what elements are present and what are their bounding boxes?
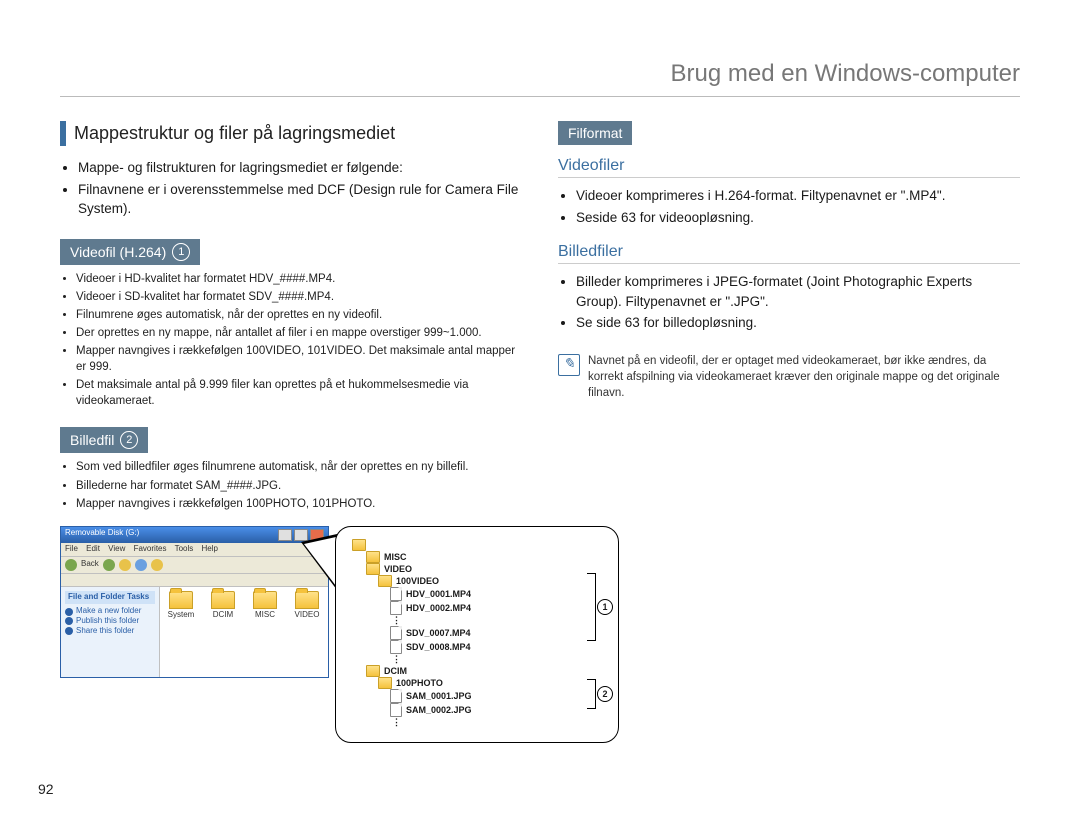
folder-icon: System — [164, 591, 198, 620]
minimize-icon — [278, 529, 292, 541]
divider — [60, 96, 1020, 97]
sidepanel-link: Share this folder — [65, 627, 155, 636]
ellipsis-icon: ⋮ — [392, 717, 602, 728]
list-item: Mappe- og filstrukturen for lagringsmedi… — [78, 158, 522, 178]
list-item: Billederne har formatet SAM_####.JPG. — [76, 478, 522, 494]
folder-icon: DCIM — [206, 591, 240, 620]
subheading-videofiler: Videofiler — [558, 157, 1020, 175]
tree-file: HDV_0002.MP4 — [390, 601, 602, 615]
explorer-main: System DCIM MISC VIDEO — [160, 587, 328, 677]
list-item: Filnumrene øges automatisk, når der opre… — [76, 307, 522, 323]
tree-file: SDV_0008.MP4 — [390, 640, 602, 654]
section-heading-text: Mappestruktur og filer på lagringsmediet — [74, 121, 395, 146]
tree-file: SDV_0007.MP4 — [390, 626, 602, 640]
bracket-1: 1 — [587, 573, 596, 641]
list-item: Videoer komprimeres i H.264-format. Filt… — [576, 186, 1020, 206]
video-list: Videoer i HD-kvalitet har formatet HDV_#… — [60, 271, 522, 410]
callout-pointer — [301, 534, 337, 590]
circled-number-1: 1 — [597, 599, 613, 615]
list-item: Mapper navngives i rækkefølgen 100VIDEO,… — [76, 343, 522, 375]
divider — [558, 263, 1020, 264]
folder-icon: VIDEO — [290, 591, 324, 620]
list-item: Se side 63 for billedopløsning. — [576, 313, 1020, 333]
section-heading-folder-structure: Mappestruktur og filer på lagringsmediet — [60, 121, 522, 146]
list-item: Som ved billedfiler øges filnumrene auto… — [76, 459, 522, 475]
ellipsis-icon: ⋮ — [392, 654, 602, 665]
menu-item: View — [108, 544, 125, 553]
left-column: Mappestruktur og filer på lagringsmediet… — [60, 121, 522, 743]
videofiler-list: Videoer komprimeres i H.264-format. Filt… — [558, 186, 1020, 227]
pill-label: Videofil (H.264) — [70, 244, 166, 260]
folder-tree-callout: MISC VIDEO 100VIDEO HDV_0001.MP4 HDV_000… — [335, 526, 619, 743]
tree-folder: 100VIDEO — [378, 575, 602, 587]
ellipsis-icon: ⋮ — [392, 615, 602, 626]
tree-folder: DCIM — [366, 665, 602, 677]
menu-item: Tools — [175, 544, 194, 553]
pill-number-1: 1 — [172, 243, 190, 261]
up-icon — [119, 559, 131, 571]
menu-item: Favorites — [134, 544, 167, 553]
pill-label: Filformat — [568, 125, 622, 141]
tree-folder: MISC — [366, 551, 602, 563]
photo-list: Som ved billedfiler øges filnumrene auto… — [60, 459, 522, 511]
bracket-2: 2 — [587, 679, 596, 709]
pill-filformat: Filformat — [558, 121, 632, 145]
tree-file: SAM_0001.JPG — [390, 689, 602, 703]
list-item: Mapper navngives i rækkefølgen 100PHOTO,… — [76, 496, 522, 512]
explorer-sidepanel: File and Folder Tasks Make a new folder … — [61, 587, 160, 677]
sidepanel-title: File and Folder Tasks — [65, 591, 155, 604]
note-text: Navnet på en videofil, der er optaget me… — [588, 353, 1020, 401]
menu-item: Help — [202, 544, 218, 553]
tree-root — [352, 539, 602, 551]
tree-file: HDV_0001.MP4 — [390, 587, 602, 601]
list-item: Videoer i HD-kvalitet har formatet HDV_#… — [76, 271, 522, 287]
note-box: ✎ Navnet på en videofil, der er optaget … — [558, 349, 1020, 405]
search-icon — [135, 559, 147, 571]
list-item: Billeder komprimeres i JPEG-formatet (Jo… — [576, 272, 1020, 311]
sidepanel-link: Make a new folder — [65, 607, 155, 616]
sidepanel-link: Publish this folder — [65, 617, 155, 626]
pill-label: Billedfil — [70, 432, 114, 448]
tree-folder: VIDEO — [366, 563, 602, 575]
explorer-menubar: File Edit View Favorites Tools Help — [61, 543, 328, 557]
list-item: Videoer i SD-kvalitet har formatet SDV_#… — [76, 289, 522, 305]
circled-number-2: 2 — [597, 686, 613, 702]
explorer-addressbar — [61, 574, 328, 588]
menu-item: Edit — [86, 544, 100, 553]
divider — [558, 177, 1020, 178]
list-item: Seside 63 for videoopløsning. — [576, 208, 1020, 228]
pill-number-2: 2 — [120, 431, 138, 449]
menu-item: File — [65, 544, 78, 553]
pill-videofile: Videofil (H.264) 1 — [60, 239, 200, 265]
tree-folder: 100PHOTO — [378, 677, 602, 689]
back-icon — [65, 559, 77, 571]
folder-icon: MISC — [248, 591, 282, 620]
forward-icon — [103, 559, 115, 571]
toolbar-back-label: Back — [81, 560, 99, 569]
folders-icon — [151, 559, 163, 571]
page-title: Brug med en Windows-computer — [60, 60, 1020, 88]
intro-list: Mappe- og filstrukturen for lagringsmedi… — [60, 158, 522, 219]
pill-imagefile: Billedfil 2 — [60, 427, 148, 453]
explorer-title: Removable Disk (G:) — [65, 529, 139, 541]
list-item: Der oprettes en ny mappe, når antallet a… — [76, 325, 522, 341]
billedfiler-list: Billeder komprimeres i JPEG-formatet (Jo… — [558, 272, 1020, 333]
illustration: Removable Disk (G:) File Edit View Favor… — [60, 526, 522, 743]
list-item: Det maksimale antal på 9.999 filer kan o… — [76, 377, 522, 409]
explorer-toolbar: Back — [61, 557, 328, 574]
page-number: 92 — [38, 781, 54, 797]
tree-file: SAM_0002.JPG — [390, 703, 602, 717]
subheading-billedfiler: Billedfiler — [558, 243, 1020, 261]
right-column: Filformat Videofiler Videoer komprimeres… — [558, 121, 1020, 743]
explorer-window: Removable Disk (G:) File Edit View Favor… — [60, 526, 329, 679]
list-item: Filnavnene er i overensstemmelse med DCF… — [78, 180, 522, 219]
note-icon: ✎ — [558, 354, 580, 376]
